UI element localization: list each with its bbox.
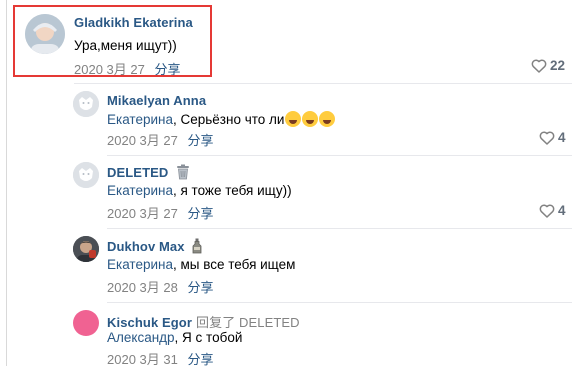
share-button[interactable]: 分享 <box>187 133 213 148</box>
divider <box>74 83 572 84</box>
comment-body: , мы все тебя ищем <box>172 257 296 272</box>
like-count: 22 <box>550 58 566 73</box>
like-button[interactable]: 4 <box>539 130 566 145</box>
comment-text: Александр, Я с тобой <box>107 330 242 345</box>
comment-date[interactable]: 2020 3月 27 <box>107 206 178 221</box>
comment-text: Екатерина, Серьёзно что ли <box>107 111 336 127</box>
avatar[interactable] <box>73 91 99 117</box>
default-dog-avatar-icon <box>73 162 99 188</box>
comment-meta: 2020 3月 27 分享 <box>107 130 213 149</box>
comment-author[interactable]: Dukhov Max <box>107 238 202 254</box>
comment-body: , Я с тобой <box>174 330 243 345</box>
comment-text: Екатерина, я тоже тебя ищу)) <box>107 183 292 198</box>
comment-author[interactable]: DELETED <box>107 164 190 180</box>
avatar[interactable] <box>73 236 99 262</box>
like-button[interactable]: 4 <box>539 203 566 218</box>
reply-mention[interactable]: Екатерина <box>107 257 173 272</box>
share-button[interactable]: 分享 <box>187 206 213 221</box>
like-count: 4 <box>558 203 566 218</box>
author-name[interactable]: DELETED <box>107 165 168 180</box>
share-button[interactable]: 分享 <box>187 352 213 366</box>
divider <box>107 228 572 229</box>
highlight-box <box>13 5 212 77</box>
heart-outline-icon <box>539 204 555 218</box>
share-button[interactable]: 分享 <box>187 280 213 295</box>
bottle-icon <box>192 238 202 254</box>
divider <box>107 302 572 303</box>
avatar[interactable] <box>73 310 99 336</box>
comment-date[interactable]: 2020 3月 27 <box>107 133 178 148</box>
comment-date[interactable]: 2020 3月 28 <box>107 280 178 295</box>
comment-meta: 2020 3月 28 分享 <box>107 277 213 296</box>
comment-date[interactable]: 2020 3月 31 <box>107 352 178 366</box>
heart-outline-icon <box>531 59 547 73</box>
rofl-emoji-icon <box>319 111 336 127</box>
reply-mention[interactable]: Екатерина <box>107 112 173 127</box>
comment-author[interactable]: Kischuk Egor 回复了 DELETED <box>107 312 300 331</box>
like-count: 4 <box>558 130 566 145</box>
like-button[interactable]: 22 <box>531 58 565 73</box>
comment-body: , я тоже тебя ищу)) <box>172 183 292 198</box>
rofl-emoji-icon <box>302 111 319 127</box>
comment-meta: 2020 3月 31 分享 <box>107 349 213 366</box>
comment-body: , Серьёзно что ли <box>172 112 285 127</box>
comment-text: Екатерина, мы все тебя ищем <box>107 257 295 272</box>
comment-meta: 2020 3月 27 分享 <box>107 203 213 222</box>
reply-to-label[interactable]: 回复了 DELETED <box>196 315 300 330</box>
author-name[interactable]: Dukhov Max <box>107 239 185 254</box>
comment-author[interactable]: Mikaelyan Anna <box>107 93 206 108</box>
author-name[interactable]: Kischuk Egor <box>107 315 192 330</box>
reply-mention[interactable]: Александр <box>107 330 175 345</box>
divider <box>107 155 572 156</box>
heart-outline-icon <box>539 131 555 145</box>
default-dog-avatar-icon <box>73 91 99 117</box>
trash-can-icon <box>177 164 190 180</box>
avatar-photo <box>73 236 99 262</box>
rofl-emoji-icon <box>285 111 302 127</box>
avatar[interactable] <box>73 162 99 188</box>
panel-border <box>6 0 7 366</box>
reply-mention[interactable]: Екатерина <box>107 183 173 198</box>
